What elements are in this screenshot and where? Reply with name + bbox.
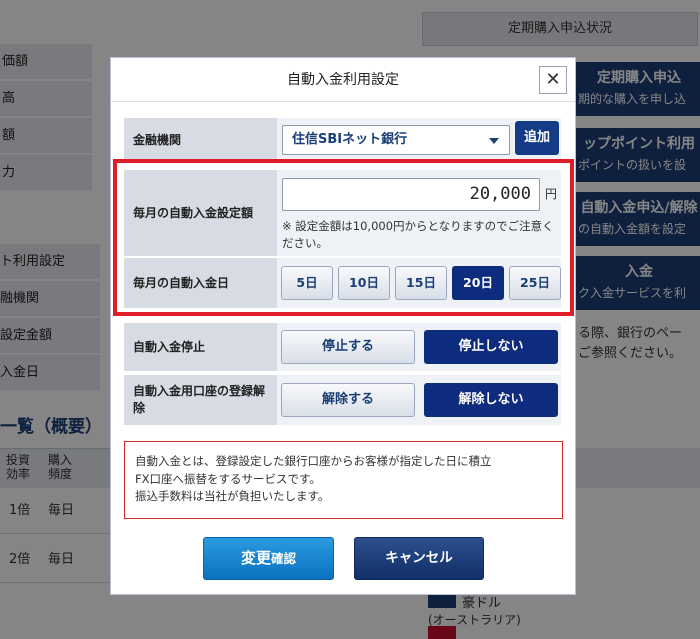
unregister-button[interactable]: 解除する — [281, 383, 415, 417]
unregister-row: 自動入金用口座の登録解除 解除する 解除しない — [124, 375, 561, 425]
confirm-main-label: 変更 — [240, 549, 271, 567]
cancel-button[interactable]: キャンセル — [354, 537, 484, 580]
modal-title: 自動入金利用設定 — [287, 72, 399, 88]
confirm-change-button[interactable]: 変更確認 — [203, 537, 334, 580]
bank-label: 金融機関 — [133, 132, 182, 147]
unregister-cell: 解除する 解除しない — [277, 375, 561, 425]
chevron-down-icon — [489, 138, 499, 144]
info-line: 振込手数料は当社が負担いたします。 — [135, 489, 330, 503]
stop-button[interactable]: 停止する — [281, 330, 415, 364]
confirm-small-label: 確認 — [271, 551, 297, 566]
auto-deposit-settings-modal: 自動入金利用設定 ✕ 金融機関 住信SBIネット銀行 追加 毎月の自動入金設定額… — [110, 57, 576, 595]
add-bank-button[interactable]: 追加 — [515, 121, 559, 155]
info-line: 自動入金とは、登録設定した銀行口座からお客様が指定した日に積立 — [135, 454, 492, 468]
bank-cell: 住信SBIネット銀行 追加 — [277, 118, 561, 162]
highlight-frame — [113, 159, 574, 316]
unregister-label: 自動入金用口座の登録解除 — [133, 384, 266, 415]
info-notice: 自動入金とは、登録設定した銀行口座からお客様が指定した日に積立 FX口座へ振替を… — [124, 441, 563, 519]
modal-header: 自動入金利用設定 ✕ — [111, 58, 575, 102]
stop-row: 自動入金停止 停止する 停止しない — [124, 323, 561, 371]
do-not-unregister-button[interactable]: 解除しない — [424, 383, 558, 417]
do-not-stop-button[interactable]: 停止しない — [424, 330, 558, 364]
bank-row: 金融機関 住信SBIネット銀行 追加 — [124, 118, 561, 162]
close-button[interactable]: ✕ — [539, 66, 567, 94]
stop-cell: 停止する 停止しない — [277, 323, 561, 371]
info-line: FX口座へ振替をするサービスです。 — [135, 471, 321, 486]
bank-select[interactable]: 住信SBIネット銀行 — [282, 125, 510, 155]
stop-label: 自動入金停止 — [133, 339, 206, 354]
bank-select-value: 住信SBIネット銀行 — [292, 132, 408, 147]
